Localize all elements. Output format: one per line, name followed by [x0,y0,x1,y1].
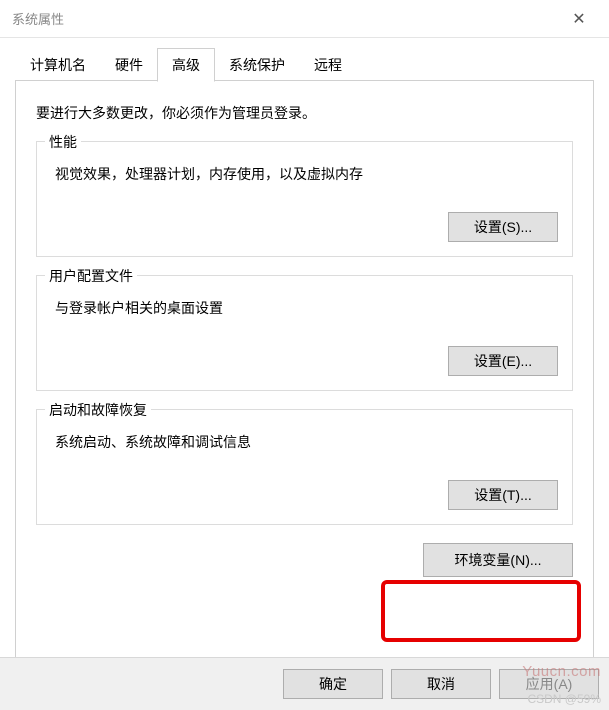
group-performance-title: 性能 [45,132,81,152]
performance-settings-button[interactable]: 设置(S)... [448,212,558,242]
group-user-profiles-desc: 与登录帐户相关的桌面设置 [55,298,558,318]
group-startup-title: 启动和故障恢复 [45,400,151,420]
group-user-profiles-title: 用户配置文件 [45,266,137,286]
tab-advanced[interactable]: 高级 [157,48,215,82]
cancel-button[interactable]: 取消 [391,669,491,699]
titlebar: 系统属性 ✕ [0,0,609,38]
group-startup-btn-row: 设置(T)... [51,480,558,510]
apply-button[interactable]: 应用(A) [499,669,599,699]
group-performance-btn-row: 设置(S)... [51,212,558,242]
client-area: 计算机名 硬件 高级 系统保护 远程 要进行大多数更改，你必须作为管理员登录。 … [0,38,609,660]
env-row: 环境变量(N)... [36,543,573,577]
group-performance-desc: 视觉效果，处理器计划，内存使用，以及虚拟内存 [55,164,558,184]
window-title: 系统属性 [10,9,559,28]
environment-variables-button[interactable]: 环境变量(N)... [423,543,573,577]
tab-strip: 计算机名 硬件 高级 系统保护 远程 [15,48,594,81]
tab-computer-name[interactable]: 计算机名 [15,48,101,81]
intro-text: 要进行大多数更改，你必须作为管理员登录。 [36,103,573,123]
group-user-profiles: 用户配置文件 与登录帐户相关的桌面设置 设置(E)... [36,275,573,391]
group-user-profiles-btn-row: 设置(E)... [51,346,558,376]
close-icon[interactable]: ✕ [559,4,599,34]
tab-remote[interactable]: 远程 [299,48,357,81]
ok-button[interactable]: 确定 [283,669,383,699]
group-performance: 性能 视觉效果，处理器计划，内存使用，以及虚拟内存 设置(S)... [36,141,573,257]
group-startup: 启动和故障恢复 系统启动、系统故障和调试信息 设置(T)... [36,409,573,525]
tab-system-protection[interactable]: 系统保护 [214,48,300,81]
user-profiles-settings-button[interactable]: 设置(E)... [448,346,558,376]
bottom-bar: 确定 取消 应用(A) [0,657,609,710]
tab-panel-advanced: 要进行大多数更改，你必须作为管理员登录。 性能 视觉效果，处理器计划，内存使用，… [15,80,594,660]
tab-hardware[interactable]: 硬件 [100,48,158,81]
group-startup-desc: 系统启动、系统故障和调试信息 [55,432,558,452]
startup-settings-button[interactable]: 设置(T)... [448,480,558,510]
highlight-box [381,580,581,642]
